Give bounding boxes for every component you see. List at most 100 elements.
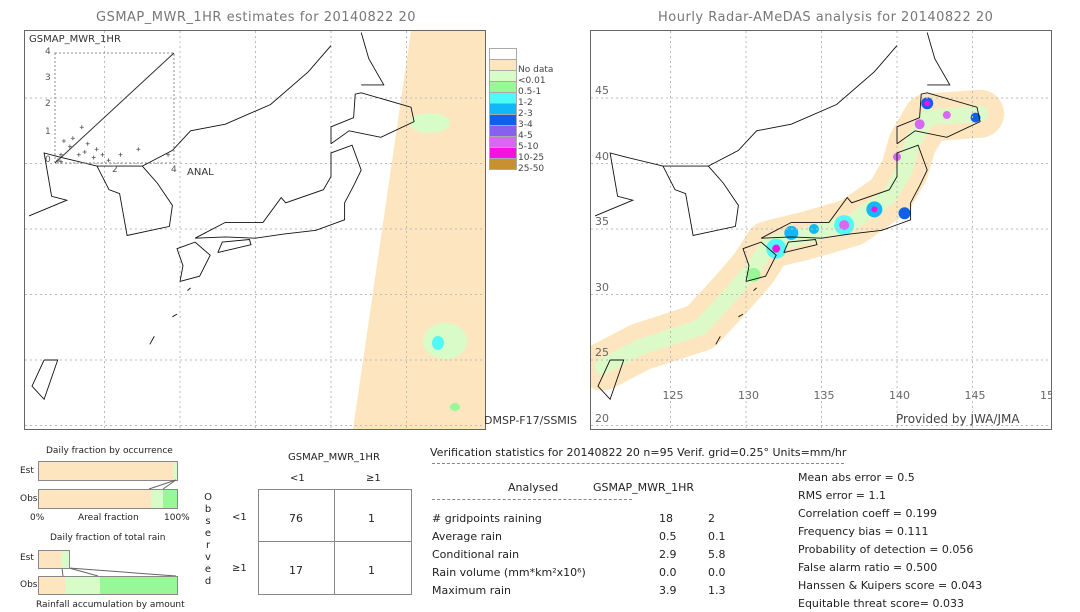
observed-letter: r bbox=[205, 540, 211, 551]
lat-tick-label: 20 bbox=[595, 411, 609, 425]
lat-tick-label: 25 bbox=[595, 346, 609, 359]
stat-label: Maximum rain bbox=[432, 584, 511, 597]
score-line: Probability of detection = 0.056 bbox=[798, 543, 974, 556]
credit-label: Provided by JWA/JMA bbox=[896, 412, 1020, 426]
col-gsmap: GSMAP_MWR_1HR bbox=[593, 481, 695, 494]
legend-label: <0.01 bbox=[518, 76, 546, 86]
legend-label: 3-4 bbox=[518, 120, 533, 130]
stat-gsmap: 5.8 bbox=[708, 548, 726, 561]
lat-tick-label: 30 bbox=[595, 280, 609, 294]
total-rain-est-bar bbox=[38, 550, 71, 569]
observed-letter: b bbox=[204, 504, 212, 515]
coastline bbox=[708, 45, 898, 167]
observed-letter: d bbox=[204, 576, 212, 587]
score-line: Correlation coeff = 0.199 bbox=[798, 507, 937, 520]
observed-side-label: Observed bbox=[203, 492, 213, 588]
col-header: ≥1 bbox=[366, 473, 381, 484]
stat-analysed: 18 bbox=[659, 512, 673, 525]
cell-hit: 1 bbox=[368, 564, 375, 577]
stat-label: Average rain bbox=[432, 530, 502, 543]
legend-swatch bbox=[489, 158, 517, 170]
cell-false-alarm: 1 bbox=[368, 512, 375, 525]
right-map-title: Hourly Radar-AMeDAS analysis for 2014082… bbox=[658, 10, 994, 25]
cell-miss: 17 bbox=[289, 564, 303, 577]
bar-segment bbox=[99, 577, 177, 594]
row-header: ≥1 bbox=[232, 563, 247, 574]
stat-gsmap: 1.3 bbox=[708, 584, 726, 597]
bar-segment bbox=[39, 577, 66, 594]
bar-segment bbox=[65, 577, 100, 594]
lon-tick-label: 135 bbox=[813, 389, 835, 402]
stat-label: Rain volume (mm*km²x10⁶) bbox=[432, 566, 586, 579]
axis-mid-label: Areal fraction bbox=[78, 513, 139, 523]
observed-letter: e bbox=[204, 528, 212, 539]
rain-cell bbox=[871, 206, 878, 213]
legend-label: 10-25 bbox=[518, 153, 545, 163]
coastline bbox=[217, 239, 252, 254]
rain-area bbox=[450, 403, 460, 411]
observed-letter: s bbox=[205, 516, 211, 527]
score-line: Equitable threat score= 0.033 bbox=[798, 597, 964, 610]
rain-cell bbox=[898, 207, 911, 220]
axis-left-label: 0% bbox=[30, 513, 45, 523]
axis-right-label: 100% bbox=[164, 513, 190, 523]
score-line: Mean abs error = 0.5 bbox=[798, 471, 915, 484]
score-line: False alarm ratio = 0.500 bbox=[798, 561, 938, 574]
coastline bbox=[926, 32, 951, 86]
legend-label: No data bbox=[518, 65, 554, 75]
stats-header: Verification statistics for 20140822 20 … bbox=[430, 446, 847, 459]
col-header: <1 bbox=[290, 473, 305, 484]
col-analysed: Analysed bbox=[508, 481, 559, 494]
rain-area bbox=[432, 336, 444, 350]
rain-cell bbox=[784, 225, 799, 240]
legend-label: 0.5-1 bbox=[518, 87, 542, 97]
coastline bbox=[194, 144, 362, 239]
score-line: RMS error = 1.1 bbox=[798, 489, 886, 502]
lon-tick-label: 125 bbox=[662, 389, 684, 402]
contingency-table: 76 1 17 1 bbox=[258, 489, 412, 595]
bar-segment bbox=[39, 551, 63, 568]
lon-tick-label: 140 bbox=[889, 389, 910, 402]
coastline bbox=[594, 152, 739, 237]
color-legend: No data <0.01 0.5-1 1-2 2-3 3-4 4-5 5-10 10-25 25… bbox=[489, 48, 559, 188]
lat-tick-label: 35 bbox=[595, 215, 609, 228]
row-header: <1 bbox=[232, 512, 247, 523]
score-line: Hanssen & Kuipers score = 0.043 bbox=[798, 579, 983, 592]
rain-cell bbox=[924, 100, 931, 107]
total-rain-obs-bar bbox=[38, 576, 178, 595]
legend-label: 2-3 bbox=[518, 109, 533, 119]
stat-gsmap: 0.1 bbox=[708, 530, 726, 543]
gsmap-verification-figure: GSMAP_MWR_1HR estimates for 20140822 20 … bbox=[0, 0, 1080, 612]
score-line: Frequency bias = 0.111 bbox=[798, 525, 929, 538]
no-data-swath bbox=[353, 31, 485, 429]
observed-letter: e bbox=[204, 564, 212, 575]
rain-cell bbox=[772, 244, 781, 253]
total-rain-caption: Rainfall accumulation by amount bbox=[36, 600, 185, 610]
legend-label: 25-50 bbox=[518, 164, 545, 174]
rain-area bbox=[423, 323, 467, 359]
lat-tick-label: 45 bbox=[595, 84, 609, 97]
bar-segment bbox=[62, 551, 70, 568]
right-map-panel: 125 130 135 140 145 15 45 40 35 30 25 20 Provided b… bbox=[590, 30, 1052, 430]
legend-label: 5-10 bbox=[518, 142, 539, 152]
legend-label: 1-2 bbox=[518, 98, 533, 108]
stat-gsmap: 2 bbox=[708, 512, 715, 525]
stat-gsmap: 0.0 bbox=[708, 566, 726, 579]
rain-cell bbox=[914, 119, 925, 130]
stat-analysed: 2.9 bbox=[659, 548, 677, 561]
lon-tick-label: 15 bbox=[1040, 389, 1051, 402]
stat-analysed: 0.5 bbox=[659, 530, 677, 543]
right-map-svg bbox=[591, 31, 1051, 429]
total-rain-obs-label: Obs bbox=[20, 580, 38, 590]
total-rain-est-label: Est bbox=[20, 553, 34, 563]
stat-analysed: 0.0 bbox=[659, 566, 677, 579]
legend-label: 4-5 bbox=[518, 131, 533, 141]
contingency-title: GSMAP_MWR_1HR bbox=[288, 452, 380, 463]
stat-analysed: 3.9 bbox=[659, 584, 677, 597]
lon-tick-label: 145 bbox=[964, 389, 986, 402]
rain-cell bbox=[942, 111, 951, 120]
observed-letter: v bbox=[205, 552, 211, 563]
stat-label: # gridpoints raining bbox=[432, 512, 542, 525]
lon-tick-label: 130 bbox=[738, 389, 759, 402]
total-rain-title: Daily fraction of total rain bbox=[50, 533, 166, 543]
